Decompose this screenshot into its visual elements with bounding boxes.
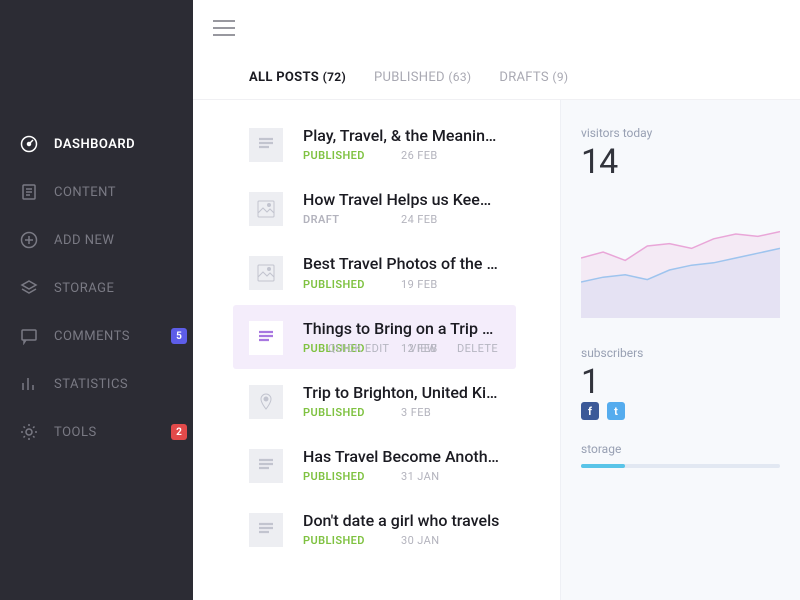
- post-title: Has Travel Become Another Exercise in Na…: [303, 447, 500, 466]
- view-button[interactable]: VIEW: [409, 342, 437, 355]
- hamburger-icon[interactable]: [213, 20, 235, 36]
- post-title: Play, Travel, & the Meaning of Life: [303, 126, 500, 145]
- post-body: Best Travel Photos of the Year PUBLISHED 1…: [303, 254, 500, 290]
- sidebar-item-dashboard[interactable]: DASHBOARD: [0, 120, 193, 168]
- tab-published[interactable]: PUBLISHED (63): [374, 70, 471, 85]
- post-thumb-text-icon: [249, 321, 283, 355]
- post-body: How Travel Helps us Keep Life in Perspec…: [303, 190, 500, 226]
- sidebar-badge: 2: [171, 424, 187, 440]
- post-status: DRAFT: [303, 213, 373, 226]
- post-thumb-pin-icon: [249, 385, 283, 419]
- post-body: Trip to Brighton, United Kingdom PUBLISHE…: [303, 383, 500, 419]
- post-meta: PUBLISHED 31 JAN: [303, 470, 500, 483]
- visitors-label: visitors today: [581, 126, 780, 140]
- post-status: PUBLISHED: [303, 278, 373, 291]
- content-row: Play, Travel, & the Meaning of Life PUBLI…: [193, 100, 800, 600]
- bars-icon: [20, 375, 38, 393]
- twitter-icon[interactable]: t: [607, 402, 625, 420]
- storage-bar: [581, 464, 780, 468]
- stats-chart: [581, 198, 780, 318]
- gear-icon: [20, 423, 38, 441]
- chat-icon: [20, 327, 38, 345]
- post-date: 31 JAN: [401, 470, 439, 483]
- post-title: Things to Bring on a Trip Around the Wor…: [303, 319, 500, 338]
- sidebar-item-label: TOOLS: [54, 425, 97, 440]
- post-thumb-text-icon: [249, 513, 283, 547]
- post-date: 3 FEB: [401, 406, 431, 419]
- post-thumb-image-icon: [249, 192, 283, 226]
- sidebar-item-label: COMMENTS: [54, 329, 130, 344]
- post-body: Play, Travel, & the Meaning of Life PUBLI…: [303, 126, 500, 162]
- post-date: 24 FEB: [401, 213, 438, 226]
- post-meta: PUBLISHED 19 FEB: [303, 278, 500, 291]
- tab-all-posts[interactable]: ALL POSTS (72): [249, 70, 346, 85]
- sidebar-item-tools[interactable]: TOOLS 2: [0, 408, 193, 456]
- post-row[interactable]: How Travel Helps us Keep Life in Perspec…: [233, 176, 516, 240]
- post-status: PUBLISHED: [303, 470, 373, 483]
- stats-pane: visitors today 14 subscribers 1 f t stor…: [560, 100, 800, 600]
- facebook-icon[interactable]: f: [581, 402, 599, 420]
- storage-label: storage: [581, 442, 780, 456]
- post-body: Don't date a girl who travels PUBLISHED 30…: [303, 511, 500, 547]
- sidebar-item-label: DASHBOARD: [54, 137, 135, 152]
- post-tabs: ALL POSTS (72) PUBLISHED (63) DRAFTS (9): [193, 56, 800, 100]
- delete-button[interactable]: DELETE: [457, 342, 498, 355]
- post-status: PUBLISHED: [303, 534, 373, 547]
- post-title: Trip to Brighton, United Kingdom: [303, 383, 500, 402]
- sidebar-item-label: ADD NEW: [54, 233, 114, 248]
- tab-count: (63): [448, 70, 471, 84]
- post-meta: DRAFT 24 FEB: [303, 213, 500, 226]
- main: ALL POSTS (72) PUBLISHED (63) DRAFTS (9) P…: [193, 0, 800, 600]
- quick-edit-button[interactable]: QUICK EDIT: [328, 342, 389, 355]
- post-list: Play, Travel, & the Meaning of Life PUBLI…: [193, 100, 540, 600]
- post-date: 19 FEB: [401, 278, 438, 291]
- sidebar-item-label: STORAGE: [54, 281, 114, 296]
- sidebar-item-statistics[interactable]: STATISTICS: [0, 360, 193, 408]
- post-body: Has Travel Become Another Exercise in Na…: [303, 447, 500, 483]
- post-row[interactable]: Best Travel Photos of the Year PUBLISHED 1…: [233, 240, 516, 304]
- sidebar-item-label: CONTENT: [54, 185, 116, 200]
- post-date: 26 FEB: [401, 149, 438, 162]
- post-row[interactable]: Play, Travel, & the Meaning of Life PUBLI…: [233, 112, 516, 176]
- subscribers-label: subscribers: [581, 346, 780, 360]
- layers-icon: [20, 279, 38, 297]
- post-actions: QUICK EDIT VIEW DELETE: [328, 342, 498, 355]
- post-date: 30 JAN: [401, 534, 439, 547]
- social-row: f t: [581, 402, 780, 420]
- post-thumb-image-icon: [249, 256, 283, 290]
- sidebar-item-comments[interactable]: COMMENTS 5: [0, 312, 193, 360]
- post-row[interactable]: Trip to Brighton, United Kingdom PUBLISHE…: [233, 369, 516, 433]
- post-meta: PUBLISHED 30 JAN: [303, 534, 500, 547]
- sidebar-item-add-new[interactable]: ADD NEW: [0, 216, 193, 264]
- post-meta: PUBLISHED 26 FEB: [303, 149, 500, 162]
- post-thumb-text-icon: [249, 128, 283, 162]
- tab-drafts[interactable]: DRAFTS (9): [499, 70, 568, 85]
- post-meta: PUBLISHED 3 FEB: [303, 406, 500, 419]
- subscribers-value: 1: [581, 362, 780, 402]
- gauge-icon: [20, 135, 38, 153]
- tab-count: (72): [323, 70, 346, 84]
- doc-icon: [20, 183, 38, 201]
- post-row[interactable]: Things to Bring on a Trip Around the Wor…: [233, 305, 516, 369]
- post-title: How Travel Helps us Keep Life in Perspec…: [303, 190, 500, 209]
- post-title: Don't date a girl who travels: [303, 511, 500, 530]
- sidebar-item-label: STATISTICS: [54, 377, 128, 392]
- post-title: Best Travel Photos of the Year: [303, 254, 500, 273]
- post-status: PUBLISHED: [303, 406, 373, 419]
- sidebar-item-storage[interactable]: STORAGE: [0, 264, 193, 312]
- post-thumb-text-icon: [249, 449, 283, 483]
- sidebar-item-content[interactable]: CONTENT: [0, 168, 193, 216]
- post-row[interactable]: Has Travel Become Another Exercise in Na…: [233, 433, 516, 497]
- tab-count: (9): [552, 70, 568, 84]
- topbar: [193, 0, 800, 56]
- post-status: PUBLISHED: [303, 149, 373, 162]
- sidebar-badge: 5: [171, 328, 187, 344]
- visitors-value: 14: [581, 142, 780, 182]
- sidebar: DASHBOARD CONTENT ADD NEW STORAGE COMMENTS 5 S…: [0, 0, 193, 600]
- post-row[interactable]: Don't date a girl who travels PUBLISHED 30…: [233, 497, 516, 561]
- plus-icon: [20, 231, 38, 249]
